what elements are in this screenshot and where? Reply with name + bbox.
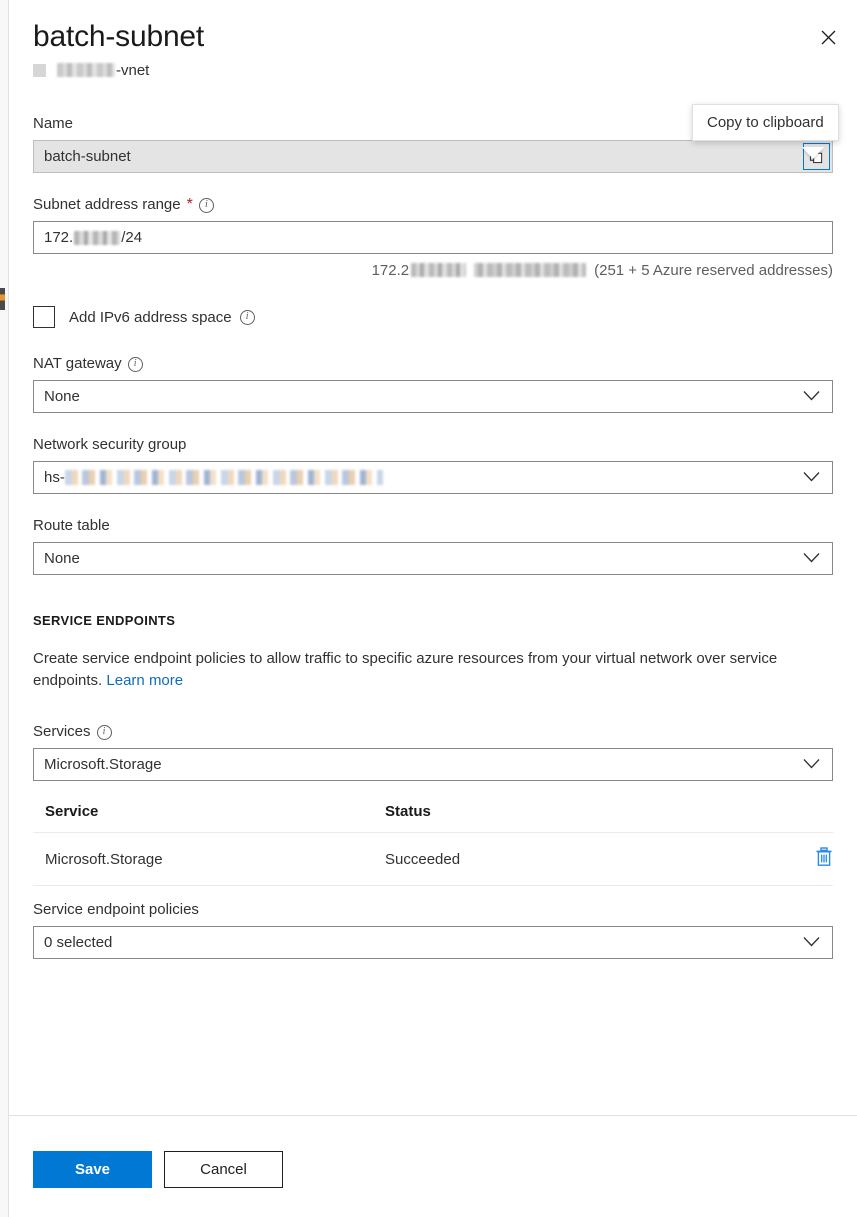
table-header-row: Service Status [33,803,833,833]
page-title: batch-subnet [33,18,833,56]
redacted-vnet-name [57,63,115,77]
blade-subtitle: -vnet [33,60,833,80]
copy-tooltip: Copy to clipboard [692,104,839,141]
route-table-label: Route table [33,516,833,536]
column-header-actions [763,803,833,833]
learn-more-link[interactable]: Learn more [106,672,183,689]
blade-footer: Save Cancel [33,1151,283,1188]
blade-header: batch-subnet -vnet [9,0,857,80]
address-range-hint: 172.2 (251 + 5 Azure reserved addresses) [33,260,833,280]
trash-icon[interactable] [815,847,833,867]
address-range-group: Subnet address range * i 172. /24 172.2 (… [33,195,833,280]
ipv6-checkbox-row: Add IPv6 address space i [33,306,833,328]
endpoint-policies-group: Service endpoint policies 0 selected [33,900,833,959]
ipv6-label-text: Add IPv6 address space [69,309,232,326]
hint-prefix: 172.2 [372,262,410,279]
services-value: Microsoft.Storage [44,756,162,773]
address-range-label: Subnet address range * i [33,195,833,215]
add-ipv6-checkbox[interactable] [33,306,55,328]
route-table-group: Route table None [33,516,833,575]
info-icon[interactable]: i [97,725,112,740]
address-range-label-text: Subnet address range [33,195,181,215]
nat-gateway-value: None [44,388,80,405]
table-row: Microsoft.Storage Succeeded [33,833,833,886]
service-endpoints-table: Service Status Microsoft.Storage Succeed… [33,803,833,886]
chevron-down-icon [803,388,820,405]
nsg-value-prefix: hs- [44,469,65,486]
nsg-label: Network security group [33,435,833,455]
blade-body: Name batch-subnet Subnet address range *… [9,114,857,959]
ipv6-label: Add IPv6 address space i [69,309,255,326]
copy-tooltip-arrow [802,147,824,159]
address-range-prefix: 172. [44,229,73,246]
nat-gateway-select[interactable]: None [33,380,833,413]
nsg-group: Network security group hs- [33,435,833,494]
services-group: Services i Microsoft.Storage [33,722,833,781]
background-page-artifact [0,288,5,310]
cell-status: Succeeded [373,833,763,886]
left-rail [0,0,9,1217]
subnet-edit-blade: batch-subnet -vnet Name batch-subnet [9,0,857,1217]
service-endpoints-description: Create service endpoint policies to allo… [33,648,833,692]
required-marker: * [187,199,193,211]
subtitle-suffix: -vnet [116,62,149,79]
address-range-suffix: /24 [121,229,142,246]
address-range-input[interactable]: 172. /24 [33,221,833,254]
endpoint-policies-value: 0 selected [44,934,112,951]
close-icon[interactable] [811,20,845,54]
nat-gateway-group: NAT gateway i None [33,354,833,413]
service-endpoints-heading: SERVICE ENDPOINTS [33,613,833,628]
info-icon[interactable]: i [128,357,143,372]
chevron-down-icon [803,550,820,567]
footer-divider [9,1115,857,1116]
redacted-start-address [411,263,466,277]
nat-gateway-label: NAT gateway i [33,354,833,374]
endpoint-policies-label: Service endpoint policies [33,900,833,920]
column-header-status: Status [373,803,763,833]
route-table-value: None [44,550,80,567]
name-input-wrap: batch-subnet [33,140,833,173]
redacted-address-octets [74,231,120,245]
chevron-down-icon [803,934,820,951]
services-select[interactable]: Microsoft.Storage [33,748,833,781]
info-icon[interactable]: i [199,198,214,213]
save-button[interactable]: Save [33,1151,152,1188]
info-icon[interactable]: i [240,310,255,325]
hint-suffix: (251 + 5 Azure reserved addresses) [594,262,833,279]
chevron-down-icon [803,756,820,773]
nat-gateway-label-text: NAT gateway [33,354,122,374]
redacted-nsg-name [65,470,383,485]
redacted-end-address [474,263,586,277]
cancel-button[interactable]: Cancel [164,1151,283,1188]
services-label: Services i [33,722,833,742]
column-header-service: Service [33,803,373,833]
services-label-text: Services [33,722,91,742]
endpoint-policies-select[interactable]: 0 selected [33,926,833,959]
redacted-icon [33,64,46,77]
cell-service: Microsoft.Storage [33,833,373,886]
route-table-select[interactable]: None [33,542,833,575]
cell-actions [763,833,833,886]
nsg-select[interactable]: hs- [33,461,833,494]
chevron-down-icon [803,469,820,486]
name-input[interactable]: batch-subnet [33,140,833,173]
